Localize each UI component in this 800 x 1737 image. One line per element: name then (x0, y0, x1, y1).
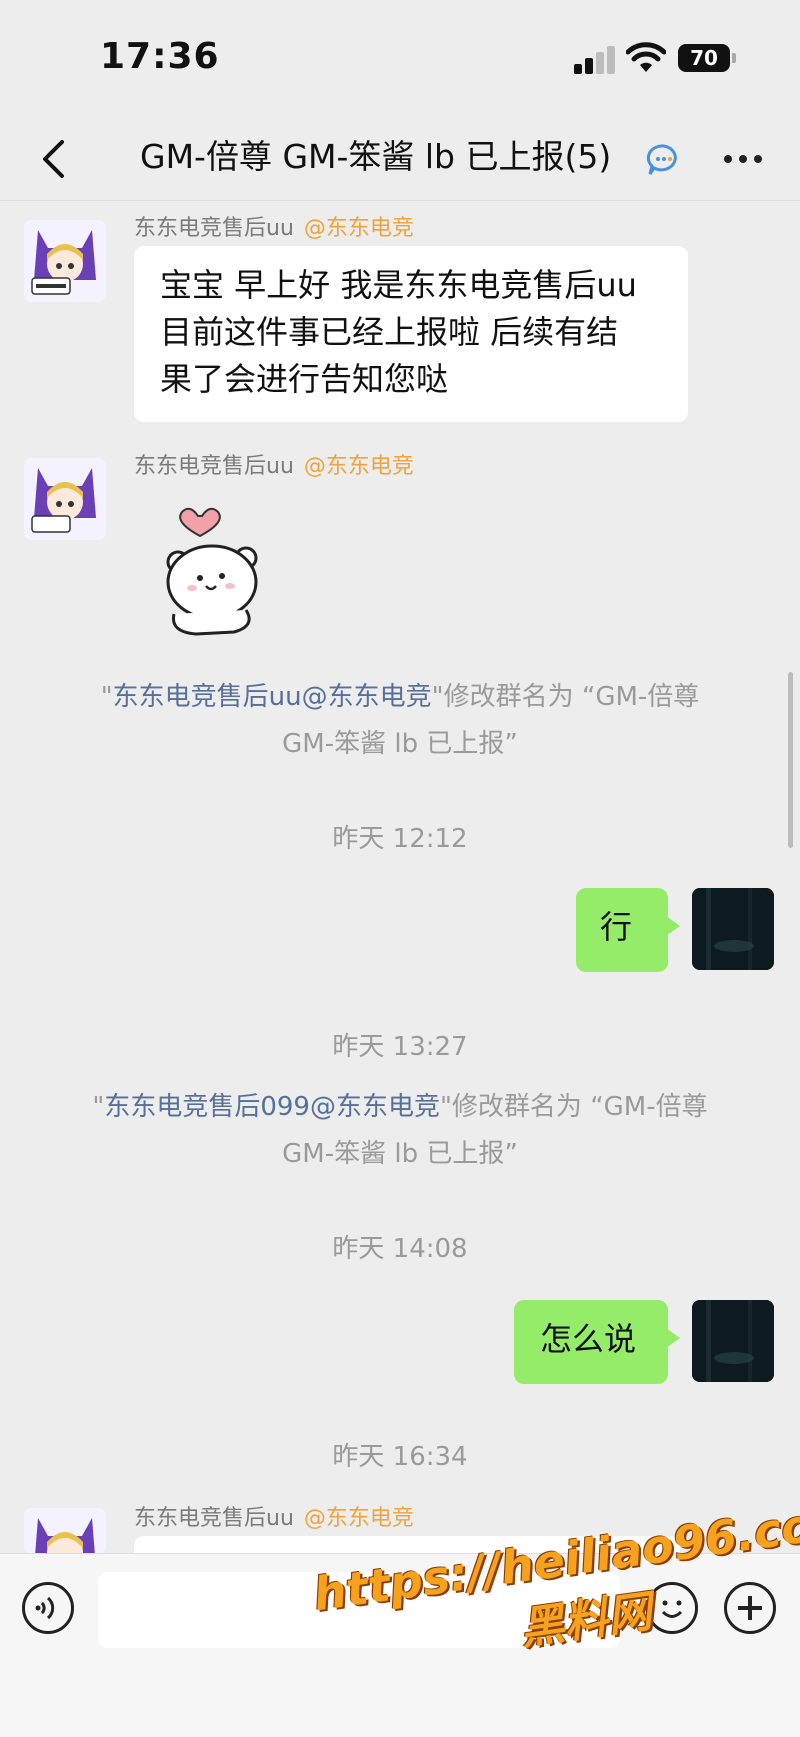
sender-name: 东东电竞售后uu @东东电竞 (134, 448, 414, 480)
sender-label: 东东电竞售后uu (134, 216, 294, 241)
sender-name: 东东电竞售后uu @东东电竞 (134, 1500, 414, 1532)
status-bar: 17:36 70 (0, 0, 800, 120)
timestamp: 昨天 12:12 (332, 824, 468, 854)
message-line: 目前这件事已经上报啦 后续有结 (160, 313, 619, 351)
system-action: "修改群名为 “GM-倍尊 (439, 1092, 708, 1122)
avatar-self[interactable] (692, 1300, 774, 1382)
timestamp: 昨天 14:08 (332, 1234, 468, 1264)
sender-label: 东东电竞售后uu (134, 454, 294, 479)
system-action: "修改群名为 “GM-倍尊 (431, 682, 700, 712)
status-time: 17:36 (100, 36, 220, 77)
sender-tag: @东东电竞 (303, 454, 414, 479)
timestamp: 昨天 16:34 (332, 1442, 468, 1472)
bear-heart-sticker[interactable] (160, 502, 270, 642)
mention-link[interactable]: 东东电竞售后uu@东东电竞 (113, 682, 432, 712)
wifi-icon (626, 42, 666, 72)
anime-avatar-icon (24, 1508, 106, 1554)
sender-tag: @东东电竞 (303, 216, 414, 241)
timestamp: 昨天 13:27 (332, 1032, 468, 1062)
avatar[interactable] (24, 1508, 106, 1554)
sender-label: 东东电竞售后uu (134, 1506, 294, 1531)
anime-avatar-icon (24, 458, 106, 540)
voice-input-button[interactable] (22, 1582, 74, 1634)
battery-indicator: 70 (678, 44, 736, 72)
quote-mark: " (100, 682, 113, 712)
dark-forest-avatar-icon (692, 888, 774, 970)
message-bubble[interactable]: 宝宝 早上好 我是东东电竞售后uu 目前这件事已经上报啦 后续有结 果了会进行告… (134, 246, 688, 422)
avatar[interactable] (24, 220, 106, 302)
message-line: 宝宝 早上好 我是东东电竞售后uu (160, 266, 637, 304)
sender-name: 东东电竞售后uu @东东电竞 (134, 210, 414, 242)
cellular-signal-icon (574, 46, 616, 74)
mention-link[interactable]: 东东电竞售后099@东东电竞 (104, 1092, 440, 1122)
quote-mark: " (92, 1092, 105, 1122)
dark-forest-avatar-icon (692, 1300, 774, 1382)
scrollbar[interactable] (788, 672, 793, 848)
more-options-icon[interactable] (718, 138, 768, 178)
anime-avatar-icon (24, 220, 106, 302)
system-message: "东东电竞售后099@东东电竞"修改群名为 “GM-倍尊 GM-笨酱 lb 已上… (60, 1084, 740, 1178)
message-bubble-self[interactable]: 行 (576, 888, 680, 972)
system-line2: GM-笨酱 lb 已上报” (282, 1139, 518, 1169)
back-arrow-icon[interactable] (30, 134, 80, 184)
avatar[interactable] (24, 458, 106, 540)
chat-header: GM-倍尊 GM-笨酱 lb 已上报(5) (0, 120, 800, 201)
message-line: 果了会进行告知您哒 (160, 360, 449, 398)
sender-tag: @东东电竞 (303, 1506, 414, 1531)
group-chat-icon (646, 144, 677, 175)
chat-title: GM-倍尊 GM-笨酱 lb 已上报(5) (140, 137, 612, 176)
message-bubble-self[interactable]: 怎么说 (514, 1300, 680, 1384)
voice-icon (35, 1596, 55, 1620)
system-line2: GM-笨酱 lb 已上报” (282, 729, 518, 759)
avatar-self[interactable] (692, 888, 774, 970)
system-message: "东东电竞售后uu@东东电竞"修改群名为 “GM-倍尊 GM-笨酱 lb 已上报… (60, 674, 740, 768)
